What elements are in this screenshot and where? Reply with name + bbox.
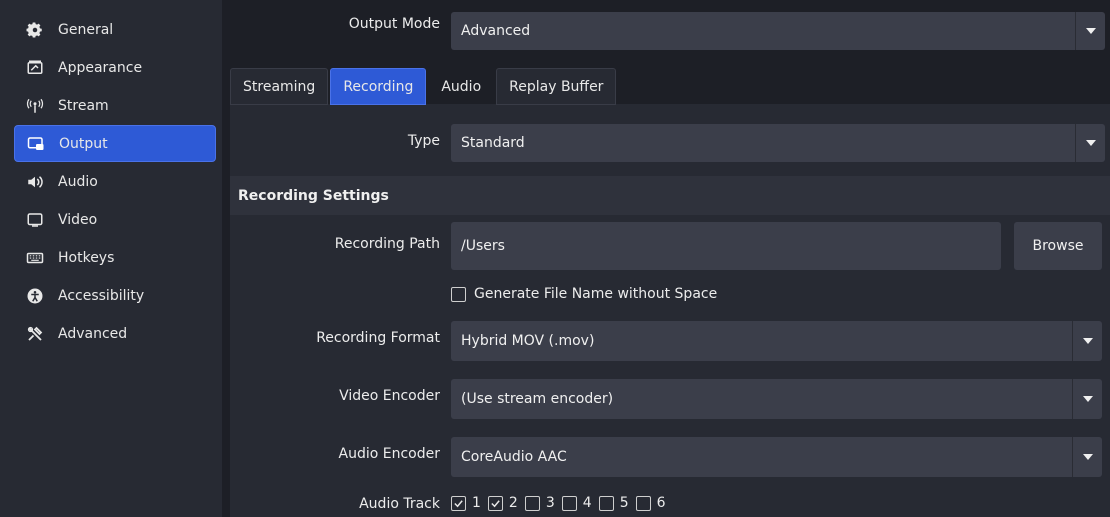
appearance-icon (26, 59, 44, 77)
audio-track-label: Audio Track (359, 496, 440, 512)
sidebar-item-hotkeys[interactable]: Hotkeys (14, 239, 216, 276)
sidebar-item-label: Advanced (58, 325, 128, 342)
audio-track-number: 3 (545, 495, 555, 511)
audio-track-3[interactable]: 3 (524, 495, 555, 511)
sidebar-item-video[interactable]: Video (14, 201, 216, 238)
type-value: Standard (461, 135, 525, 151)
tools-icon (26, 325, 44, 343)
audio-track-number: 6 (656, 495, 666, 511)
audio-encoder-select[interactable]: CoreAudio AAC (451, 437, 1102, 477)
sidebar-item-label: Video (58, 211, 98, 228)
chevron-down-icon[interactable] (1072, 379, 1102, 419)
chevron-down-icon[interactable] (1072, 321, 1102, 361)
output-mode-label: Output Mode (348, 16, 440, 32)
type-select[interactable]: Standard (451, 124, 1105, 162)
settings-sidebar: General Appearance Stream Output Audio V… (0, 0, 222, 517)
monitor-icon (26, 211, 44, 229)
audio-track-4[interactable]: 4 (561, 495, 592, 511)
audio-track-6-checkbox[interactable] (635, 495, 651, 511)
sidebar-item-label: Stream (58, 97, 109, 114)
recording-path-input[interactable]: /Users (451, 222, 1001, 270)
recording-format-select[interactable]: Hybrid MOV (.mov) (451, 321, 1102, 361)
audio-track-number: 5 (619, 495, 629, 511)
audio-track-number: 2 (508, 495, 518, 511)
output-icon (27, 135, 45, 153)
browse-button[interactable]: Browse (1014, 222, 1102, 270)
sidebar-item-label: Accessibility (58, 287, 145, 304)
speaker-icon (26, 173, 44, 191)
sidebar-item-label: Output (59, 135, 108, 152)
output-mode-select[interactable]: Advanced (451, 12, 1105, 50)
output-settings-panel: Output Mode Advanced Streaming Recording… (222, 0, 1110, 517)
video-encoder-value: (Use stream encoder) (461, 391, 614, 407)
video-encoder-select[interactable]: (Use stream encoder) (451, 379, 1102, 419)
recording-format-label: Recording Format (316, 330, 440, 346)
audio-track-6[interactable]: 6 (635, 495, 666, 511)
audio-track-1-checkbox[interactable] (451, 495, 466, 511)
audio-track-checkboxes: 1 2 3 4 5 6 (451, 495, 673, 511)
sidebar-item-label: Audio (58, 173, 98, 190)
tab-recording[interactable]: Recording (330, 68, 427, 105)
chevron-down-icon[interactable] (1072, 437, 1102, 477)
audio-track-5[interactable]: 5 (598, 495, 629, 511)
audio-track-number: 4 (582, 495, 592, 511)
sidebar-item-audio[interactable]: Audio (14, 163, 216, 200)
audio-track-number: 1 (472, 495, 481, 511)
accessibility-icon (26, 287, 44, 305)
sidebar-item-appearance[interactable]: Appearance (14, 49, 216, 86)
audio-encoder-value: CoreAudio AAC (461, 449, 567, 465)
gear-icon (26, 21, 44, 39)
audio-track-2[interactable]: 2 (487, 495, 518, 511)
type-label: Type (407, 133, 440, 149)
chevron-down-icon[interactable] (1075, 12, 1105, 50)
sidebar-item-stream[interactable]: Stream (14, 87, 216, 124)
output-mode-value: Advanced (461, 23, 531, 39)
recording-path-label: Recording Path (334, 236, 440, 252)
audio-track-4-checkbox[interactable] (561, 495, 577, 511)
tab-audio[interactable]: Audio (428, 68, 494, 105)
audio-encoder-label: Audio Encoder (338, 446, 440, 462)
antenna-icon (26, 97, 44, 115)
generate-file-name-label: Generate File Name without Space (474, 286, 718, 302)
recording-settings-header: Recording Settings (230, 176, 1110, 215)
sidebar-item-output[interactable]: Output (14, 125, 216, 162)
sidebar-item-advanced[interactable]: Advanced (14, 315, 216, 352)
output-tabs: Streaming Recording Audio Replay Buffer (230, 68, 618, 105)
tab-streaming[interactable]: Streaming (230, 68, 329, 105)
audio-track-3-checkbox[interactable] (524, 495, 540, 511)
sidebar-item-label: Hotkeys (58, 249, 115, 266)
audio-track-5-checkbox[interactable] (598, 495, 614, 511)
generate-file-name-checkbox[interactable] (451, 286, 466, 302)
recording-format-value: Hybrid MOV (.mov) (461, 333, 595, 349)
audio-track-2-checkbox[interactable] (487, 495, 503, 511)
sidebar-item-label: General (58, 21, 114, 38)
sidebar-item-label: Appearance (58, 59, 143, 76)
audio-track-1[interactable]: 1 (451, 495, 481, 511)
video-encoder-label: Video Encoder (339, 388, 440, 404)
sidebar-item-general[interactable]: General (14, 11, 216, 48)
generate-file-name-row: Generate File Name without Space (451, 286, 717, 302)
tab-replay-buffer[interactable]: Replay Buffer (496, 68, 617, 105)
keyboard-icon (26, 249, 44, 267)
chevron-down-icon[interactable] (1075, 124, 1105, 162)
sidebar-item-accessibility[interactable]: Accessibility (14, 277, 216, 314)
